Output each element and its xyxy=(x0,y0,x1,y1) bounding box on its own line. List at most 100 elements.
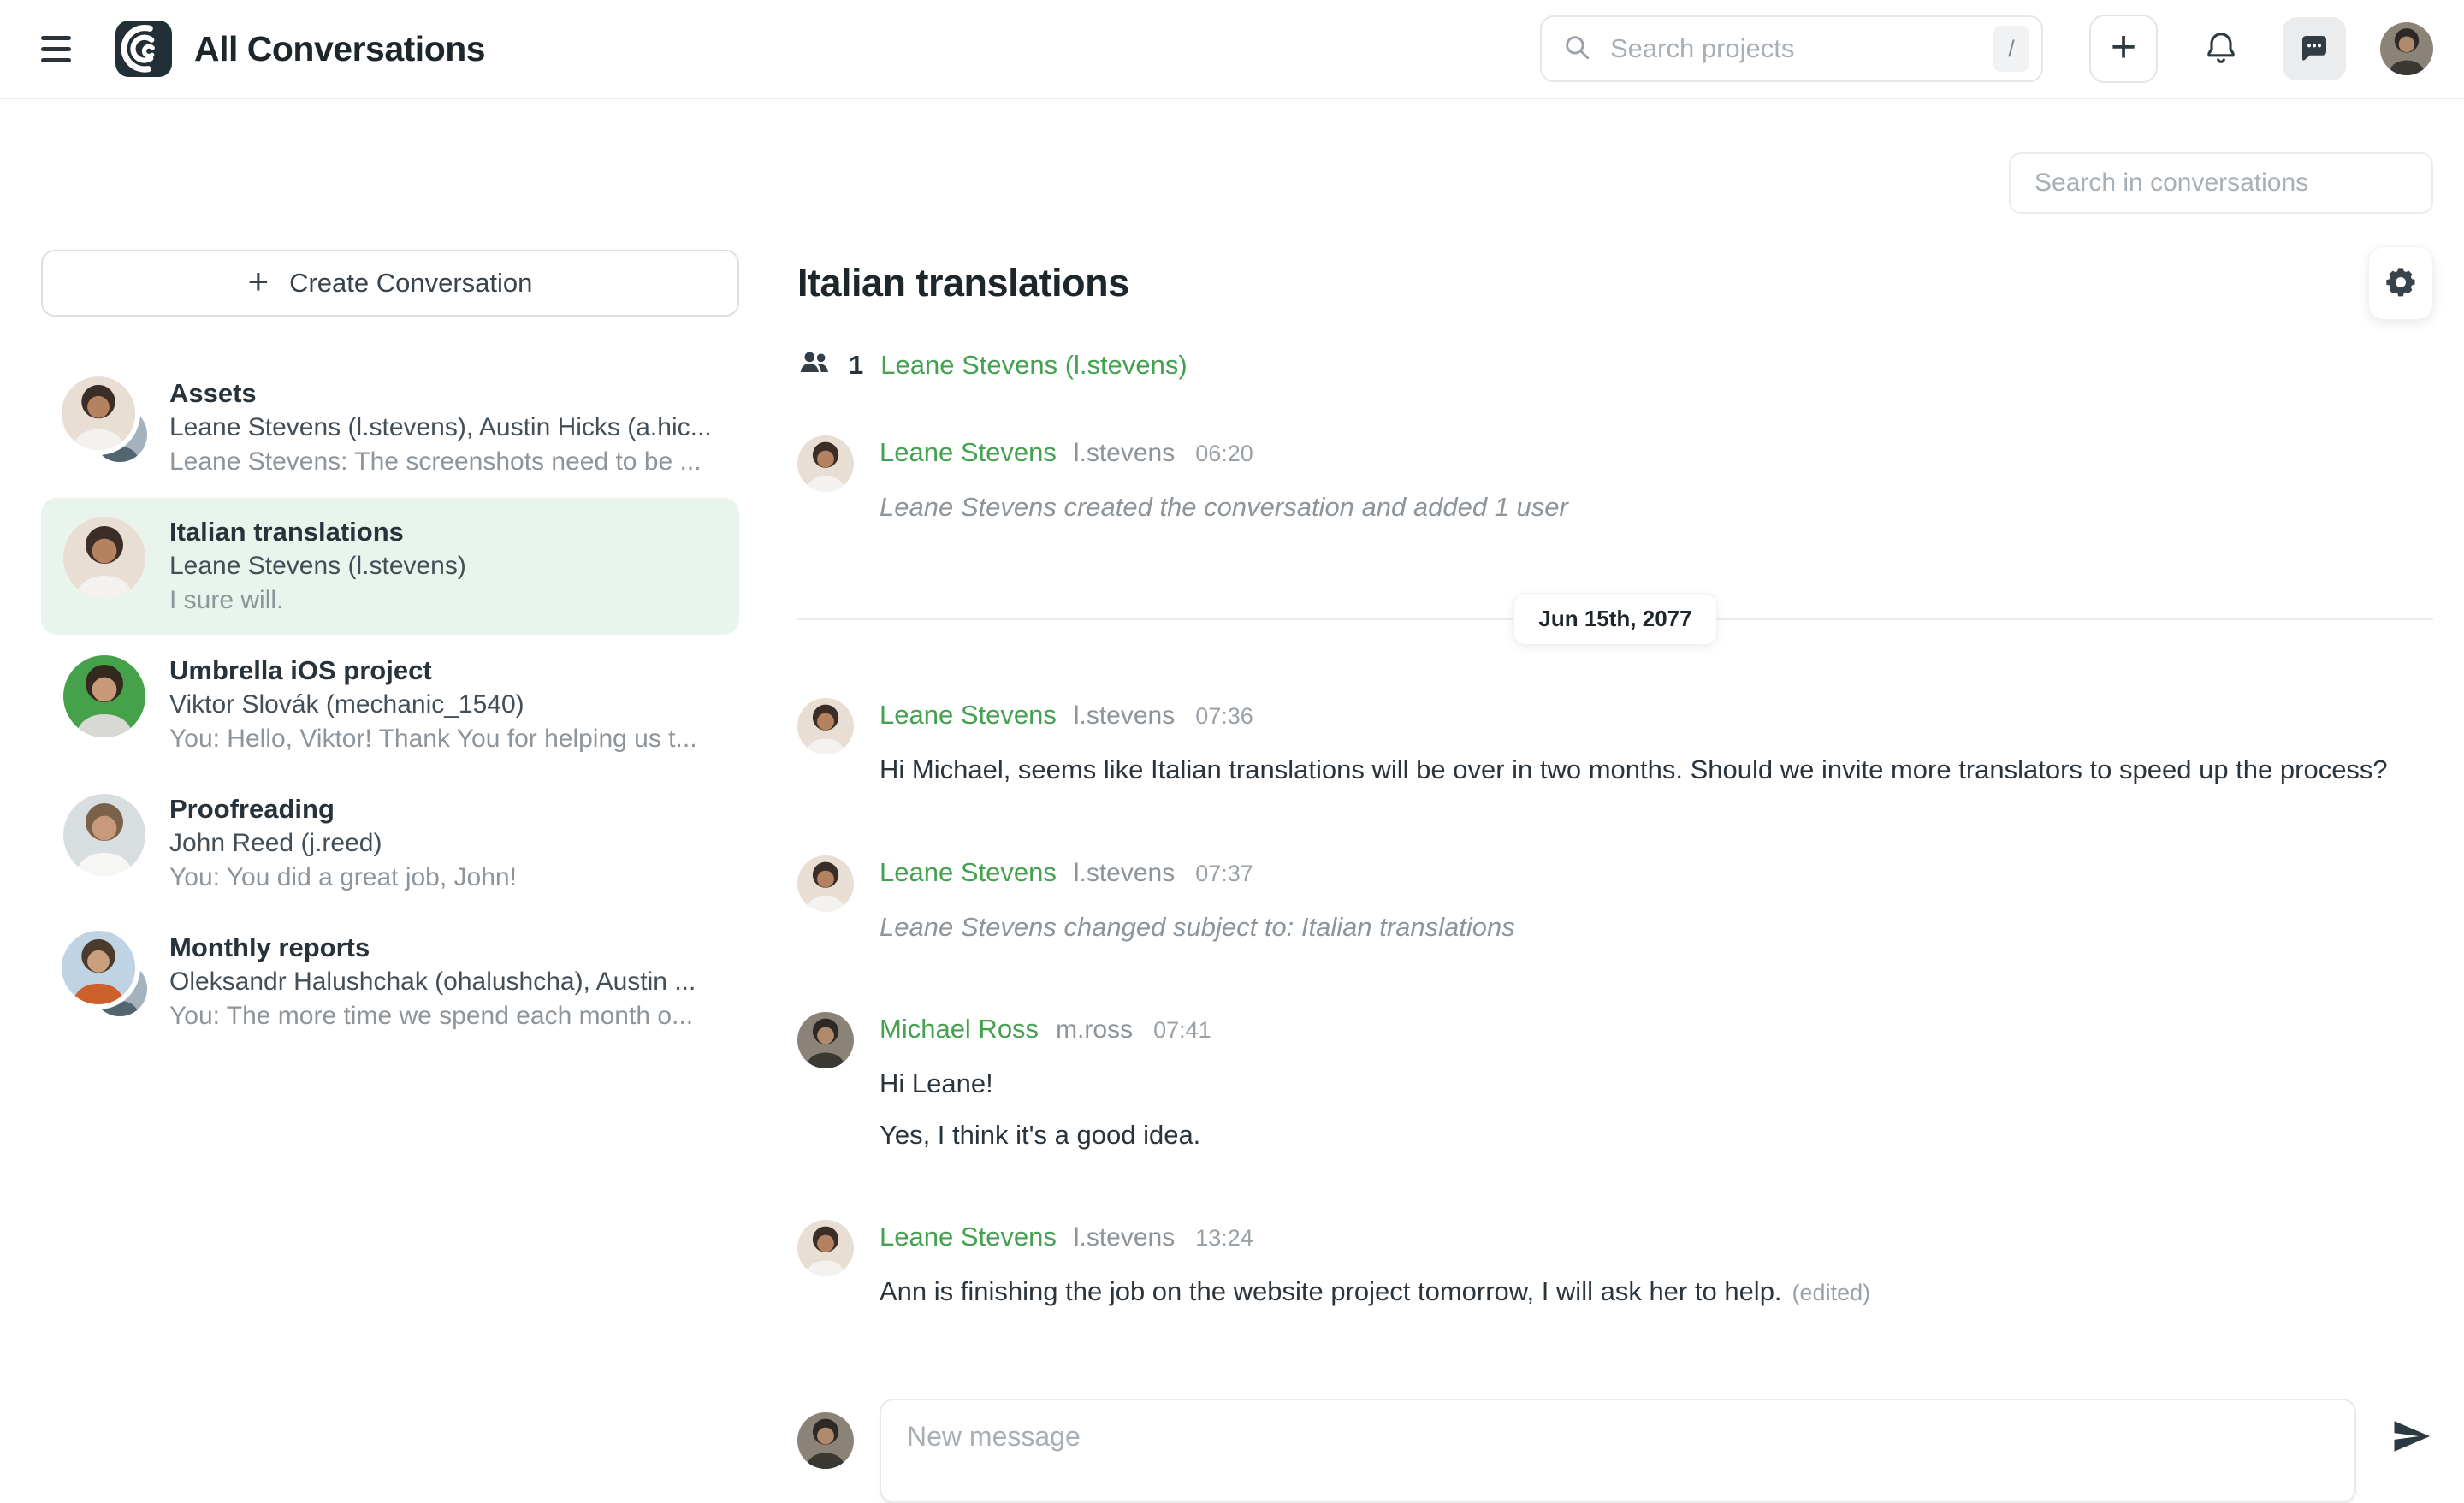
chat-message: Leane Stevens l.stevens 07:37 Leane Stev… xyxy=(797,855,2433,945)
message-line: Leane Stevens created the conversation a… xyxy=(880,492,1568,522)
send-button[interactable] xyxy=(2389,1414,2433,1461)
add-button[interactable]: + xyxy=(2089,15,2158,83)
message-timestamp: 07:41 xyxy=(1153,1017,1211,1044)
message-author-avatar xyxy=(797,698,854,754)
conversation-list-item[interactable]: Italian translations Leane Stevens (l.st… xyxy=(41,498,739,635)
message-timestamp: 06:20 xyxy=(1195,441,1253,467)
participants-row: 1 Leane Stevens (l.stevens) xyxy=(797,346,2433,384)
chat-message: Leane Stevens l.stevens 06:20 Leane Stev… xyxy=(797,435,2433,525)
conversation-texts: Italian translations Leane Stevens (l.st… xyxy=(169,515,719,618)
message-header: Leane Stevens l.stevens 06:20 xyxy=(880,437,1568,468)
message-body: Michael Ross m.ross 07:41 Hi Leane! Yes, … xyxy=(880,1012,1211,1153)
content: + Create Conversation Assets Leane Steve… xyxy=(0,99,2464,1503)
edited-badge: (edited) xyxy=(1792,1280,1871,1305)
conversation-item-title: Monthly reports xyxy=(169,931,719,965)
avatar xyxy=(63,655,145,737)
menu-button[interactable] xyxy=(41,36,71,62)
message-header: Leane Stevens l.stevens 13:24 xyxy=(880,1222,1870,1252)
message-body: Leane Stevens l.stevens 07:36 Hi Michael… xyxy=(880,698,2388,788)
header-actions: / + xyxy=(1540,15,2433,83)
people-icon xyxy=(797,346,832,384)
gear-icon xyxy=(2384,265,2418,302)
chat-message: Leane Stevens l.stevens 07:36 Hi Michael… xyxy=(797,698,2433,788)
conversation-list-item[interactable]: Assets Leane Stevens (l.stevens), Austin… xyxy=(41,359,739,496)
new-message-input[interactable] xyxy=(880,1399,2356,1503)
message-author-link[interactable]: Leane Stevens xyxy=(880,700,1057,731)
conversations-button[interactable] xyxy=(2283,17,2346,80)
bell-icon xyxy=(2202,29,2240,69)
conversation-texts: Proofreading John Reed (j.reed) You: You… xyxy=(169,792,719,895)
message-header: Michael Ross m.ross 07:41 xyxy=(880,1014,1211,1044)
system-message-text: Leane Stevens changed subject to: Italia… xyxy=(880,908,1515,945)
participant-link[interactable]: Leane Stevens (l.stevens) xyxy=(880,350,1187,381)
message-author-link[interactable]: Leane Stevens xyxy=(880,437,1057,468)
conversation-texts: Umbrella iOS project Viktor Slovák (mech… xyxy=(169,654,719,756)
send-icon xyxy=(2389,1448,2433,1461)
notifications-button[interactable] xyxy=(2197,28,2245,70)
conversation-avatar xyxy=(62,792,147,878)
message-line: Hi Leane! xyxy=(880,1068,993,1098)
conversation-list: Assets Leane Stevens (l.stevens), Austin… xyxy=(41,359,739,1050)
conversation-texts: Assets Leane Stevens (l.stevens), Austin… xyxy=(169,376,719,479)
conversation-item-preview: You: The more time we spend each month o… xyxy=(169,999,719,1033)
message-text: Ann is finishing the job on the website … xyxy=(880,1273,1870,1310)
search-icon xyxy=(1562,33,1591,66)
message-header: Leane Stevens l.stevens 07:37 xyxy=(880,857,1515,888)
conversation-item-participants: Oleksandr Halushchak (ohalushcha), Austi… xyxy=(169,965,719,999)
projects-search[interactable]: / xyxy=(1540,15,2043,82)
stacked-avatar-front xyxy=(62,376,135,450)
message-line: Hi Michael, seems like Italian translati… xyxy=(880,754,2388,784)
message-author-username: l.stevens xyxy=(1074,439,1175,468)
message-text: Yes, I think it's a good idea. xyxy=(880,1116,1211,1153)
conversation-avatar xyxy=(62,931,147,1016)
plus-icon: + xyxy=(2111,25,2136,69)
chat-header: Italian translations xyxy=(797,246,2433,320)
conversation-item-participants: John Reed (j.reed) xyxy=(169,826,719,861)
message-author-username: l.stevens xyxy=(1074,859,1175,888)
page-title: All Conversations xyxy=(194,29,485,69)
message-header: Leane Stevens l.stevens 07:36 xyxy=(880,700,2388,731)
conversation-item-participants: Viktor Slovák (mechanic_1540) xyxy=(169,688,719,722)
message-body: Leane Stevens l.stevens 06:20 Leane Stev… xyxy=(880,435,1568,525)
conversation-search-row xyxy=(797,152,2433,214)
message-author-username: m.ross xyxy=(1056,1015,1133,1044)
conversation-avatar xyxy=(62,376,147,462)
message-author-link[interactable]: Michael Ross xyxy=(880,1014,1039,1044)
message-author-link[interactable]: Leane Stevens xyxy=(880,1222,1057,1252)
conversation-item-title: Proofreading xyxy=(169,792,719,826)
message-line: Yes, I think it's a good idea. xyxy=(880,1120,1200,1150)
user-avatar[interactable] xyxy=(2380,22,2433,75)
message-composer xyxy=(797,1399,2433,1503)
message-feed: Leane Stevens l.stevens 06:20 Leane Stev… xyxy=(797,435,2433,1376)
search-in-conversations-input[interactable] xyxy=(2009,152,2433,214)
plus-icon: + xyxy=(248,263,270,299)
conversation-settings-button[interactable] xyxy=(2368,246,2433,320)
conversation-avatar xyxy=(62,654,147,739)
conversations-sidebar: + Create Conversation Assets Leane Steve… xyxy=(41,99,739,1050)
message-author-username: l.stevens xyxy=(1074,701,1175,731)
system-message-text: Leane Stevens created the conversation a… xyxy=(880,488,1568,525)
chat-bubble-icon xyxy=(2296,30,2332,68)
avatar xyxy=(63,517,145,599)
message-author-avatar xyxy=(797,435,854,492)
message-author-avatar xyxy=(797,855,854,912)
message-timestamp: 07:36 xyxy=(1195,703,1253,730)
conversation-list-item[interactable]: Proofreading John Reed (j.reed) You: You… xyxy=(41,775,739,912)
conversation-list-item[interactable]: Monthly reports Oleksandr Halushchak (oh… xyxy=(41,914,739,1050)
conversation-avatar xyxy=(62,515,147,601)
search-projects-input[interactable] xyxy=(1608,33,1993,65)
create-conversation-button[interactable]: + Create Conversation xyxy=(41,250,739,317)
message-line: Leane Stevens changed subject to: Italia… xyxy=(880,912,1515,942)
message-author-link[interactable]: Leane Stevens xyxy=(880,857,1057,888)
message-timestamp: 07:37 xyxy=(1195,861,1253,887)
conversation-item-title: Umbrella iOS project xyxy=(169,654,719,688)
conversation-item-participants: Leane Stevens (l.stevens), Austin Hicks … xyxy=(169,411,719,445)
message-text: Hi Leane! xyxy=(880,1065,1211,1102)
chat-panel: Italian translations 1 Leane Steve xyxy=(797,99,2433,1503)
message-body: Leane Stevens l.stevens 07:37 Leane Stev… xyxy=(880,855,1515,945)
message-text: Hi Michael, seems like Italian translati… xyxy=(880,751,2388,788)
chat-message: Michael Ross m.ross 07:41 Hi Leane! Yes, … xyxy=(797,1012,2433,1153)
conversation-list-item[interactable]: Umbrella iOS project Viktor Slovák (mech… xyxy=(41,636,739,773)
stacked-avatar-front xyxy=(62,931,135,1004)
conversation-title: Italian translations xyxy=(797,261,1129,305)
